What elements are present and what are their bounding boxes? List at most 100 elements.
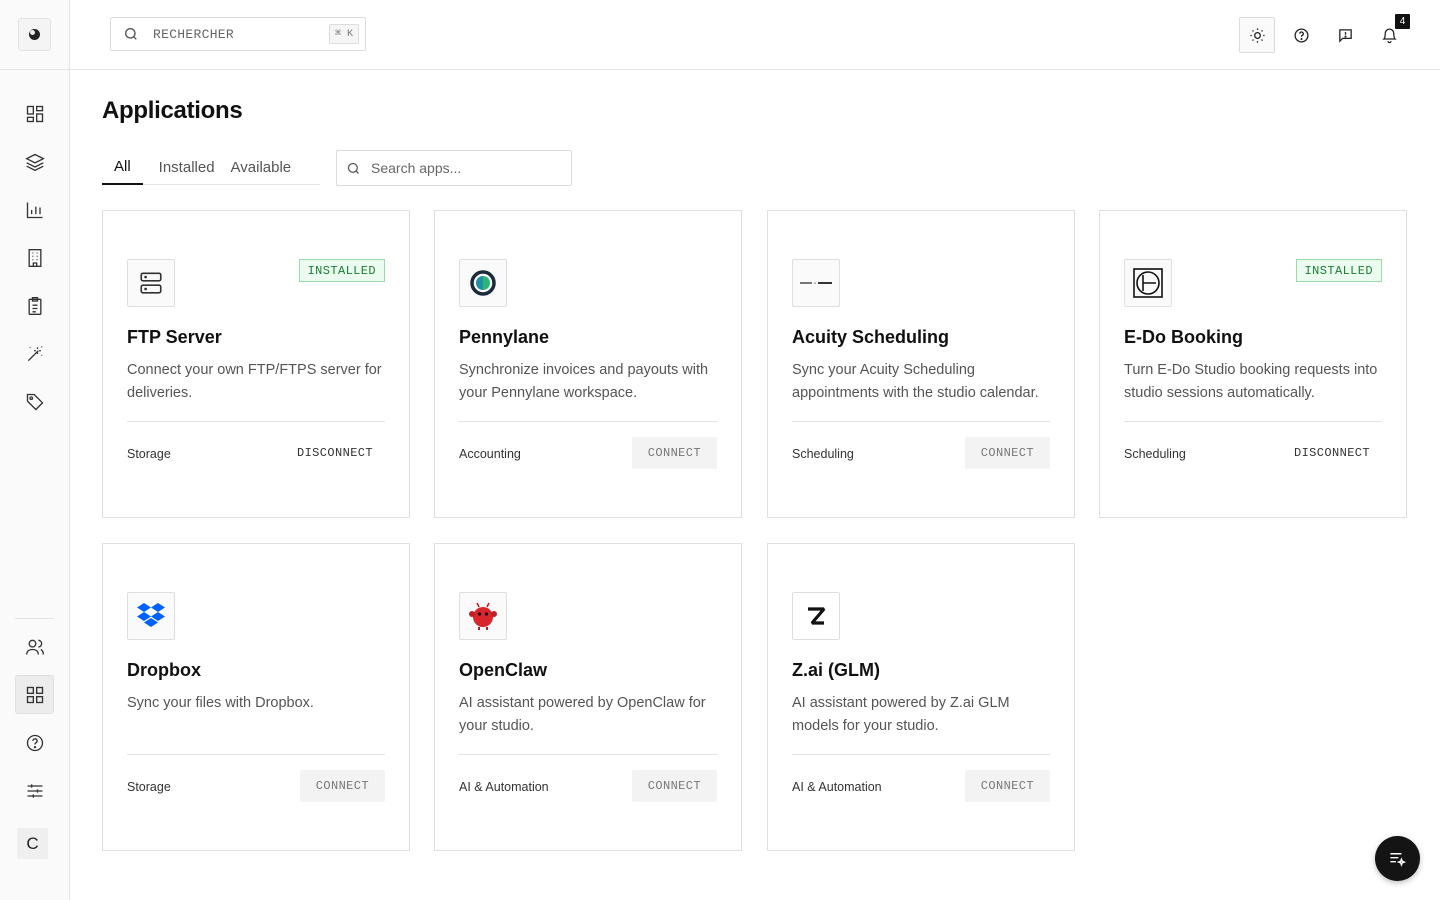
app-name: Z.ai (GLM) [792, 660, 880, 680]
card-divider [792, 754, 1050, 755]
clipboard-icon [28, 296, 41, 315]
status-badge: INSTALLED [1295, 259, 1382, 282]
sidebar-item-apps[interactable] [15, 675, 54, 714]
disconnect-button[interactable]: DISCONNECT [285, 437, 385, 469]
sidebar-divider-bottom [15, 618, 54, 619]
dropbox-logo [127, 592, 175, 640]
app-name: OpenClaw [459, 660, 548, 680]
sidebar-item-magic[interactable] [15, 334, 54, 373]
app-category: Scheduling [1124, 447, 1186, 461]
app-card-zai-glm: Z.ai (GLM) AI assistant powered by Z.ai … [767, 543, 1075, 851]
sidebar-item-users[interactable] [15, 627, 54, 666]
feedback-button[interactable] [1327, 17, 1363, 53]
app-category: Storage [127, 780, 171, 794]
message-alert-icon [1338, 28, 1352, 43]
notifications-button[interactable]: 4 [1371, 14, 1410, 53]
app-card-e-do-booking: INSTALLED E-Do Booking Turn E-Do Studio … [1099, 210, 1407, 518]
theme-toggle-button[interactable] [1239, 17, 1275, 53]
help-circle-icon [26, 734, 43, 751]
sidebar: C [0, 0, 70, 900]
disconnect-button[interactable]: DISCONNECT [1282, 437, 1382, 469]
app-card-ftp-server: INSTALLED FTP Server Connect your own FT… [102, 210, 410, 518]
global-search-placeholder: RECHERCHER [153, 26, 235, 42]
bar-chart-icon [26, 202, 42, 218]
sidebar-item-help[interactable] [15, 723, 54, 762]
tab-all[interactable]: All [102, 150, 143, 185]
app-category: Storage [127, 447, 171, 461]
app-name: Dropbox [127, 660, 201, 680]
page-title: Applications [102, 97, 243, 124]
logo-icon [29, 29, 40, 40]
tab-installed[interactable]: Installed [159, 150, 215, 185]
app-search-box [336, 150, 572, 186]
card-divider [127, 754, 385, 755]
sidebar-item-analytics[interactable] [15, 190, 54, 229]
card-divider [459, 754, 717, 755]
help-circle-icon [1293, 27, 1309, 43]
sidebar-divider [0, 69, 70, 70]
notification-count-badge: 4 [1395, 14, 1410, 29]
card-divider [127, 421, 385, 422]
app-description: Sync your files with Dropbox. [127, 695, 314, 711]
connect-button[interactable]: CONNECT [631, 437, 717, 469]
sidebar-item-tasks[interactable] [15, 286, 54, 325]
status-badge: INSTALLED [298, 259, 385, 282]
layers-icon [24, 153, 45, 171]
app-description: Synchronize invoices and payouts with yo… [459, 362, 709, 401]
app-card-pennylane: Pennylane Synchronize invoices and payou… [434, 210, 742, 518]
app-name: Pennylane [459, 327, 550, 347]
help-button[interactable] [1283, 17, 1319, 53]
sun-icon [1249, 27, 1265, 43]
connect-button[interactable]: CONNECT [964, 437, 1050, 469]
app-category: Scheduling [792, 447, 854, 461]
sidebar-item-tags[interactable] [15, 382, 54, 421]
app-card-openclaw: OpenClaw AI assistant powered by OpenCla… [434, 543, 742, 851]
sidebar-item-settings[interactable] [15, 771, 54, 810]
bell-icon [1381, 27, 1397, 43]
app-description: Turn E-Do Studio booking requests into s… [1124, 362, 1378, 401]
search-icon [347, 162, 359, 174]
edo-logo [1124, 259, 1172, 307]
acuity-logo [792, 259, 840, 307]
app-description: Connect your own FTP/FTPS server for del… [127, 362, 382, 401]
app-description: AI assistant powered by OpenClaw for you… [459, 695, 706, 734]
floating-action-button[interactable] [1375, 836, 1420, 881]
global-search-input[interactable]: RECHERCHER ⌘ K [110, 17, 366, 51]
user-avatar[interactable]: C [17, 828, 48, 859]
avatar-letter: C [26, 833, 39, 853]
magic-wand-icon [27, 346, 42, 361]
card-divider [459, 421, 717, 422]
card-divider [1124, 421, 1382, 422]
server-icon [127, 259, 175, 307]
apps-grid-icon [26, 686, 43, 703]
app-name: Acuity Scheduling [792, 327, 950, 347]
app-category: Accounting [459, 447, 521, 461]
connect-button[interactable]: CONNECT [631, 770, 717, 802]
app-logo[interactable] [18, 18, 51, 51]
tag-icon [26, 393, 43, 410]
connect-button[interactable]: CONNECT [964, 770, 1050, 802]
sidebar-item-buildings[interactable] [15, 238, 54, 277]
app-search-input[interactable] [371, 160, 561, 176]
tab-available[interactable]: Available [231, 150, 292, 185]
zai-logo [792, 592, 840, 640]
sliders-icon [27, 783, 42, 798]
list-sparkle-icon [1390, 853, 1407, 867]
sidebar-item-layers[interactable] [15, 142, 54, 181]
sidebar-item-dashboard[interactable] [15, 94, 54, 133]
app-category: AI & Automation [792, 780, 882, 794]
search-icon [125, 28, 137, 40]
connect-button[interactable]: CONNECT [299, 770, 385, 802]
users-icon [25, 639, 44, 655]
search-shortcut: ⌘ K [328, 24, 359, 44]
app-card-dropbox: Dropbox Sync your files with Dropbox. St… [102, 543, 410, 851]
dashboard-icon [26, 105, 43, 122]
app-description: AI assistant powered by Z.ai GLM models … [792, 695, 1010, 734]
openclaw-logo [459, 592, 507, 640]
pennylane-logo [459, 259, 507, 307]
app-card-acuity-scheduling: Acuity Scheduling Sync your Acuity Sched… [767, 210, 1075, 518]
card-divider [792, 421, 1050, 422]
filter-tabs: All Installed Available [102, 150, 320, 185]
app-name: FTP Server [127, 327, 222, 347]
app-description: Sync your Acuity Scheduling appointments… [792, 362, 1039, 401]
